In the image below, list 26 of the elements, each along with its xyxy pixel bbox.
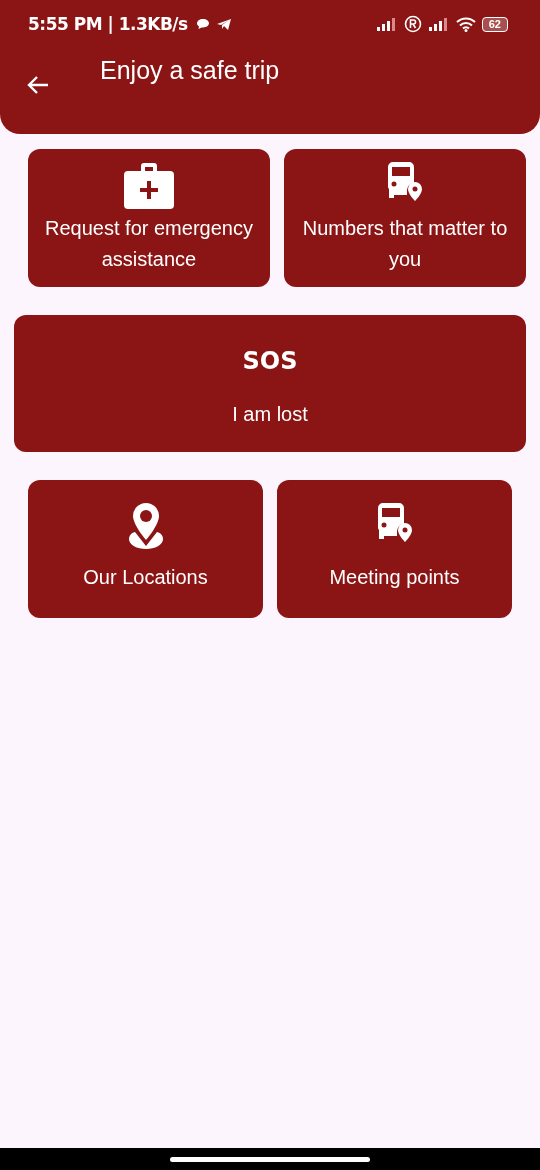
wifi-icon	[455, 16, 476, 32]
menu-card[interactable]: SOS I am lost	[14, 315, 526, 452]
card-label: Numbers that matter to you	[301, 216, 509, 272]
bus-location-icon	[375, 502, 414, 542]
menu-card[interactable]: Meeting points	[277, 480, 512, 618]
signal-icon	[375, 17, 398, 31]
card-label: Our Locations	[83, 565, 208, 590]
first-aid-kit-icon	[124, 161, 174, 209]
card-label: Meeting points	[329, 565, 460, 590]
menu-card[interactable]: Request for emergency assistance	[28, 149, 270, 287]
status-time: 5:55 PM | 1.3KB/s	[28, 14, 188, 34]
menu-card[interactable]: Numbers that matter to you	[284, 149, 526, 287]
page-title: Enjoy a safe trip	[100, 55, 280, 85]
signal-icon	[427, 17, 450, 31]
send-icon	[215, 17, 232, 31]
card-label: Request for emergency assistance	[44, 216, 254, 272]
home-handle[interactable]	[170, 1156, 370, 1162]
battery-level: 62	[481, 16, 508, 32]
sos-label: SOS	[242, 346, 298, 377]
card-label: I am lost	[232, 402, 308, 427]
location-pin-icon	[128, 502, 163, 550]
chat-icon	[195, 18, 210, 30]
roaming-icon	[403, 15, 422, 33]
menu-card[interactable]: Our Locations	[28, 480, 263, 618]
back-arrow-icon[interactable]	[26, 74, 50, 96]
bus-location-icon	[386, 161, 424, 201]
